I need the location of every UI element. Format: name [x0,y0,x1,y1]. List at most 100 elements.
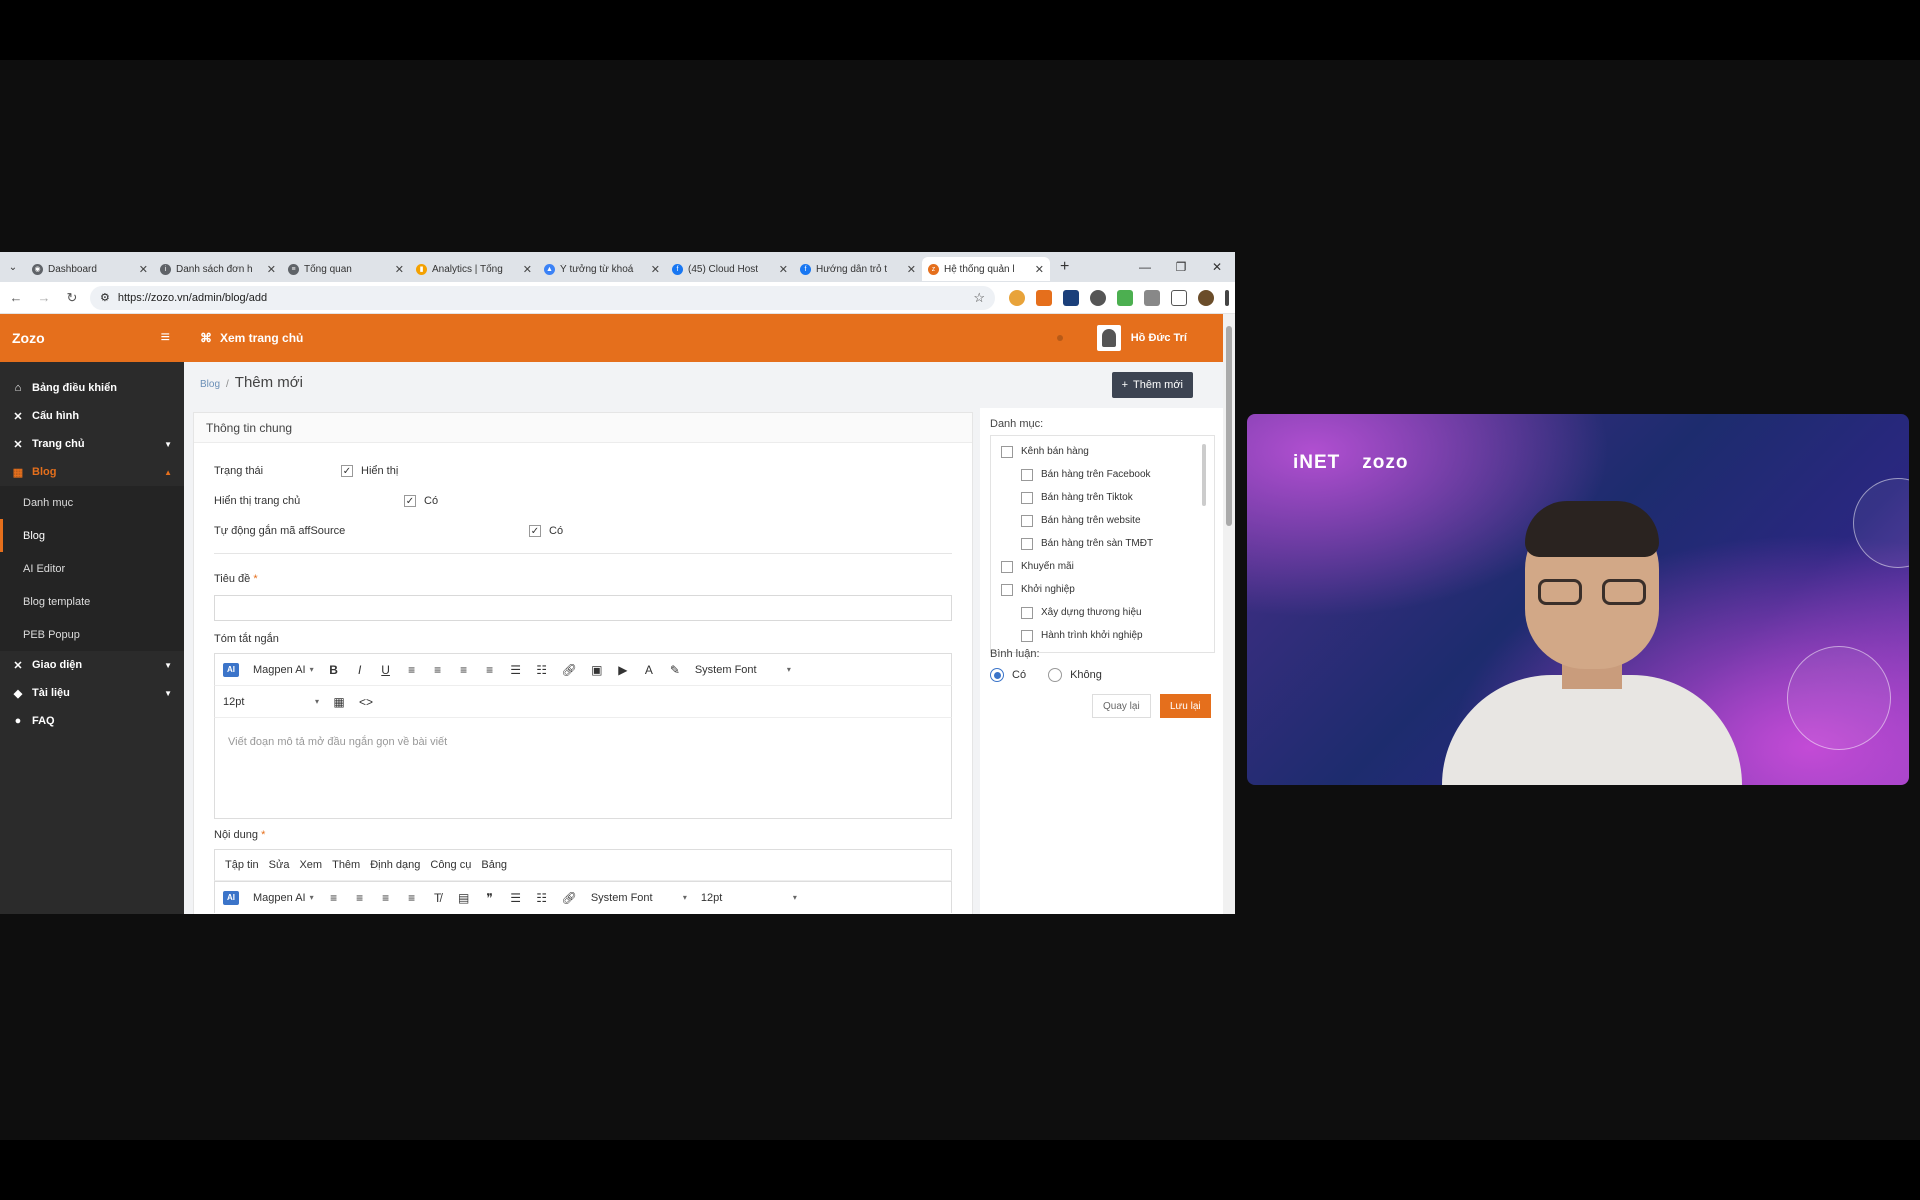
sidebar-item-faq[interactable]: ● FAQ [0,707,184,735]
align-center-icon[interactable]: ≡ [354,891,366,905]
bullet-list-icon[interactable]: ☰ [510,891,522,905]
minimize-icon[interactable]: — [1127,260,1163,274]
media-icon[interactable]: ▶ [617,663,629,677]
size-select[interactable]: 12pt ▾ [223,696,319,708]
category-item[interactable]: Kênh bán hàng [1001,440,1204,463]
clear-format-icon[interactable]: T̸ [432,891,444,905]
extension-icon[interactable] [1117,289,1133,306]
category-item[interactable]: Khởi nghiệp [1001,578,1204,601]
align-left-icon[interactable]: ≡ [328,891,340,905]
title-input[interactable] [214,595,952,621]
italic-icon[interactable]: I [354,663,366,677]
close-icon[interactable]: ✕ [651,263,660,276]
ai-icon[interactable]: AI [223,662,239,677]
reload-icon[interactable]: ↻ [62,290,82,306]
template-icon[interactable]: ▤ [458,891,470,905]
link-icon[interactable]: 🔗︎ [562,663,577,677]
category-checkbox[interactable] [1021,491,1033,504]
tab-search-icon[interactable]: ⌄ [0,262,26,273]
align-justify-icon[interactable]: ≡ [406,891,418,905]
close-icon[interactable]: ✕ [395,263,404,276]
tab[interactable]: f (45) Cloud Host ✕ [666,257,794,281]
sidebar-subitem-blog[interactable]: Blog [0,519,184,552]
sidebar-subitem-category[interactable]: Danh mục [0,486,184,519]
align-justify-icon[interactable]: ≡ [484,663,496,677]
align-right-icon[interactable]: ≡ [458,663,470,677]
close-icon[interactable]: ✕ [267,263,276,276]
back-button[interactable]: Quay lại [1092,694,1151,718]
url-field[interactable]: ⚙ https://zozo.vn/admin/blog/add ☆ [90,285,995,310]
menu-view[interactable]: Xem [299,859,322,871]
close-window-icon[interactable]: ✕ [1199,260,1235,274]
camera-icon[interactable] [1144,289,1160,306]
menu-table[interactable]: Bảng [481,859,507,871]
menu-file[interactable]: Tập tin [225,859,259,871]
comments-no-radio[interactable] [1048,668,1063,682]
sidebar-subitem-blog-template[interactable]: Blog template [0,585,184,618]
link-icon[interactable]: 🔗︎ [562,891,577,905]
bullet-list-icon[interactable]: ☰ [510,663,522,677]
new-tab-button[interactable]: + [1050,258,1079,276]
tab[interactable]: f Hướng dẫn trỏ t ✕ [794,257,922,281]
extension-icon[interactable] [1063,289,1079,306]
magpen-select[interactable]: Magpen AI ▾ [253,664,314,676]
category-checkbox[interactable] [1021,468,1033,481]
category-checkbox[interactable] [1001,560,1013,573]
sidebar-item-home[interactable]: ✕ Trang chủ ▼ [0,430,184,458]
puzzle-icon[interactable] [1171,289,1187,306]
underline-icon[interactable]: U [380,663,392,677]
extension-icon[interactable] [1009,289,1025,306]
forward-icon[interactable]: → [34,290,54,305]
close-icon[interactable]: ✕ [1035,263,1044,276]
extension-icon[interactable] [1036,289,1052,306]
text-color-icon[interactable]: A [643,663,655,677]
tab[interactable]: ▮ Analytics | Tổng ✕ [410,257,538,281]
category-checkbox[interactable] [1021,606,1033,619]
category-item[interactable]: Bán hàng trên Tiktok [1001,486,1204,509]
category-item[interactable]: Khuyến mãi [1001,555,1204,578]
category-checkbox[interactable] [1001,583,1013,596]
align-center-icon[interactable]: ≡ [432,663,444,677]
menu-icon[interactable] [1225,289,1229,306]
category-checkbox[interactable] [1001,445,1013,458]
tab[interactable]: ▲ Ý tưởng từ khoá ✕ [538,257,666,281]
sidebar-item-dashboard[interactable]: ⌂ Bảng điều khiển [0,374,184,402]
extension-icon[interactable] [1090,289,1106,306]
sidebar-subitem-ai-editor[interactable]: AI Editor [0,552,184,585]
page-scrollbar[interactable] [1223,314,1235,914]
category-item[interactable]: Bán hàng trên website [1001,509,1204,532]
menu-insert[interactable]: Thêm [332,859,360,871]
view-home-link[interactable]: Xem trang chủ [220,331,303,345]
category-item[interactable]: Xây dựng thương hiệu [1001,601,1204,624]
sidebar-item-docs[interactable]: ◆ Tài liệu ▼ [0,679,184,707]
category-checkbox[interactable] [1021,514,1033,527]
table-icon[interactable]: ▦ [333,695,345,709]
add-new-button[interactable]: + Thêm mới [1111,372,1193,398]
font-select[interactable]: System Font ▾ [695,664,791,676]
code-icon[interactable]: <> [359,695,373,709]
size-select[interactable]: 12pt ▾ [701,892,797,904]
image-icon[interactable]: ▣ [591,663,603,677]
category-item[interactable]: Bán hàng trên sàn TMĐT [1001,532,1204,555]
summary-editor[interactable]: Viết đoạn mô tả mở đầu ngắn gọn về bài v… [214,717,952,819]
tab-active[interactable]: z Hệ thống quản l ✕ [922,257,1050,281]
hamburger-icon[interactable]: ≡ [161,329,170,347]
comments-yes-radio[interactable] [990,668,1004,682]
menu-tools[interactable]: Công cụ [430,859,471,871]
home-checkbox[interactable]: ✓ [404,495,416,507]
close-icon[interactable]: ✕ [907,263,916,276]
breadcrumb-link[interactable]: Blog [200,379,220,390]
category-checkbox[interactable] [1021,629,1033,642]
highlight-icon[interactable]: ✎ [669,663,681,677]
ai-icon[interactable]: AI [223,890,239,905]
restore-icon[interactable]: ❐ [1163,260,1199,274]
magpen-select[interactable]: Magpen AI ▾ [253,892,314,904]
back-icon[interactable]: ← [6,290,26,305]
scrollbar-thumb[interactable] [1226,326,1232,526]
numbered-list-icon[interactable]: ☷ [536,891,548,905]
logo[interactable]: Zozo [12,330,45,346]
category-checkbox[interactable] [1021,537,1033,550]
menu-edit[interactable]: Sửa [269,859,290,871]
sidebar-item-config[interactable]: ✕ Cấu hình [0,402,184,430]
close-icon[interactable]: ✕ [779,263,788,276]
